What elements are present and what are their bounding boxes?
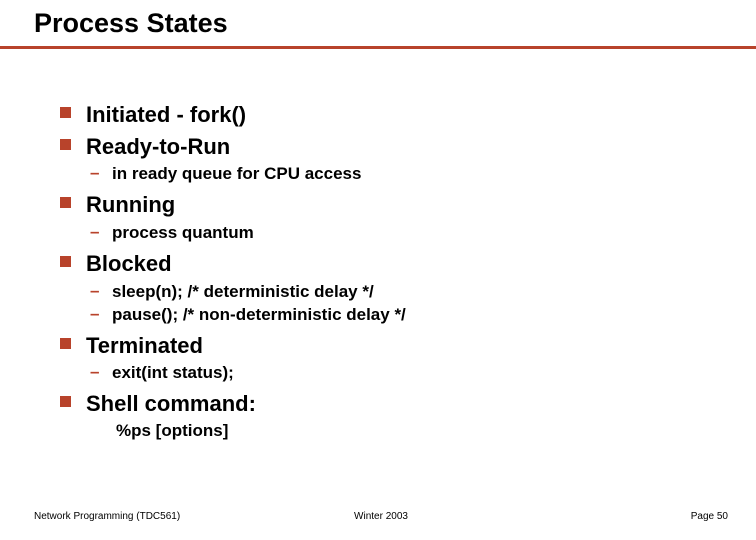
sub-bullet: – exit(int status); (90, 362, 716, 385)
sub-bullet-label: process quantum (112, 223, 254, 242)
bullet-label: Ready-to-Run (86, 134, 230, 159)
bullet-label: Shell command: (86, 391, 256, 416)
slide-title: Process States (34, 8, 756, 39)
footer-course: Network Programming (TDC561) (34, 511, 180, 522)
square-bullet-icon (60, 139, 71, 150)
bullet-terminated: Terminated – exit(int status); (60, 331, 716, 386)
footer-page: Page 50 (691, 511, 728, 522)
square-bullet-icon (60, 338, 71, 349)
bullet-blocked: Blocked – sleep(n); /* deterministic del… (60, 249, 716, 327)
bullet-running: Running – process quantum (60, 190, 716, 245)
slide-footer: Network Programming (TDC561) Winter 2003… (34, 511, 728, 522)
dash-bullet-icon: – (90, 362, 99, 382)
sub-bullet-label: in ready queue for CPU access (112, 164, 361, 183)
bullet-shell-command: Shell command: %ps [options] (60, 389, 716, 441)
bullet-label: Initiated - fork() (86, 102, 246, 127)
bullet-ready-to-run: Ready-to-Run – in ready queue for CPU ac… (60, 132, 716, 187)
sub-bullet-label: pause(); /* non-deterministic delay */ (112, 305, 406, 324)
sub-bullet: – sleep(n); /* deterministic delay */ (90, 281, 716, 304)
sub-bullet: – pause(); /* non-deterministic delay */ (90, 304, 716, 327)
square-bullet-icon (60, 107, 71, 118)
dash-bullet-icon: – (90, 304, 99, 324)
square-bullet-icon (60, 396, 71, 407)
square-bullet-icon (60, 197, 71, 208)
sub-bullet-label: sleep(n); /* deterministic delay */ (112, 282, 374, 301)
sub-bullet: – process quantum (90, 222, 716, 245)
shell-command-text: %ps [options] (116, 421, 716, 441)
bullet-label: Blocked (86, 251, 172, 276)
bullet-label: Terminated (86, 333, 203, 358)
dash-bullet-icon: – (90, 163, 99, 183)
bullet-initiated: Initiated - fork() (60, 100, 716, 130)
bullet-label: Running (86, 192, 175, 217)
dash-bullet-icon: – (90, 222, 99, 242)
slide-content: Initiated - fork() Ready-to-Run – in rea… (60, 100, 716, 443)
square-bullet-icon (60, 256, 71, 267)
title-underline (0, 46, 756, 49)
sub-bullet: – in ready queue for CPU access (90, 163, 716, 186)
sub-bullet-label: exit(int status); (112, 363, 234, 382)
dash-bullet-icon: – (90, 281, 99, 301)
